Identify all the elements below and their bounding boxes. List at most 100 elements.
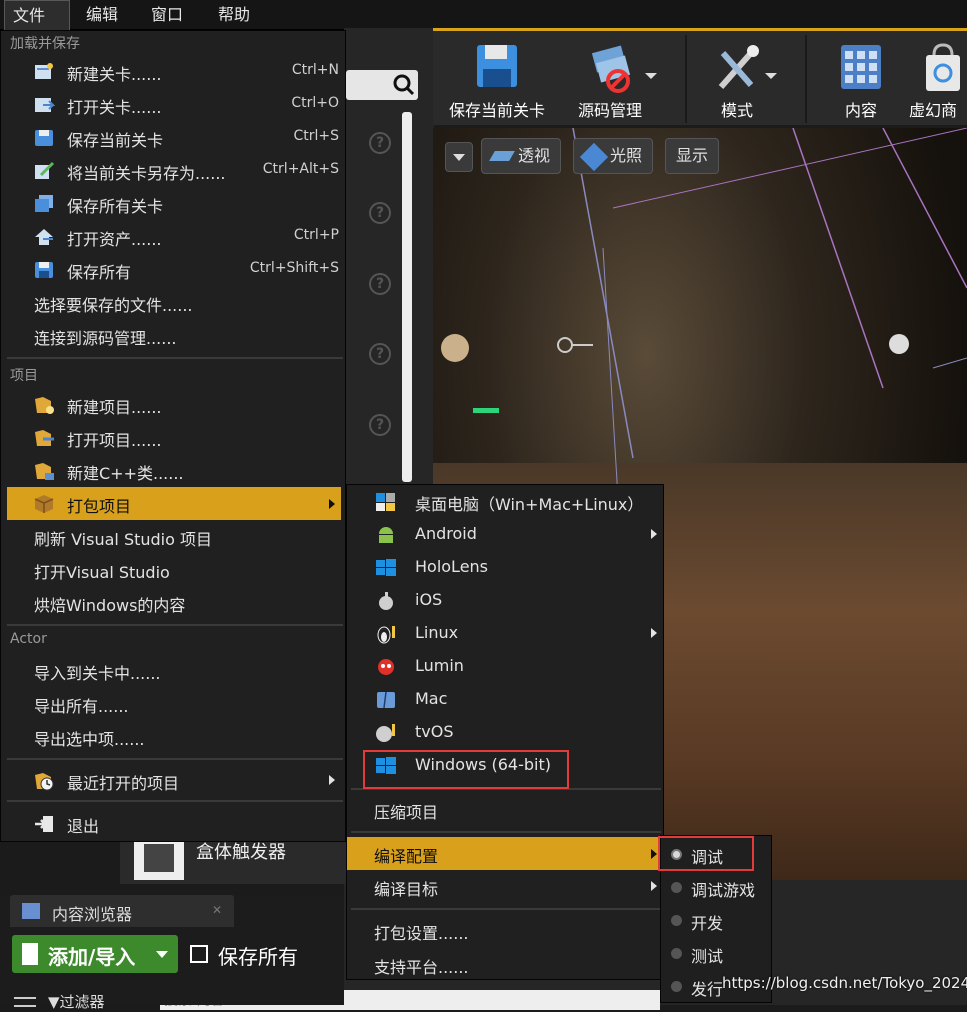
chevron-down-icon <box>765 73 777 79</box>
radio-unselected-icon <box>671 915 682 926</box>
new-cpp-class-icon <box>35 463 54 480</box>
add-import-button[interactable]: 添加/导入 <box>12 935 178 973</box>
menu-edit[interactable]: 编辑 <box>78 0 126 30</box>
menu-help[interactable]: 帮助 <box>210 0 258 30</box>
menu-item-platform-mac[interactable]: Mac <box>347 684 663 715</box>
submenu-arrow-icon <box>651 529 657 539</box>
menu-item-connect-source-control[interactable]: 连接到源码管理...... <box>7 320 341 351</box>
menu-item-save-level-as[interactable]: 将当前关卡另存为...... Ctrl+Alt+S <box>7 155 341 186</box>
menu-divider <box>7 758 343 760</box>
radio-unselected-icon <box>671 948 682 959</box>
viewport-options-button[interactable] <box>445 142 473 172</box>
content-grid-icon <box>841 45 881 89</box>
exit-icon <box>35 816 53 832</box>
save-as-icon <box>35 161 55 179</box>
menu-item-new-level[interactable]: 新建关卡...... Ctrl+N <box>7 56 341 87</box>
source-control-button[interactable]: 源码管理 <box>563 41 657 125</box>
section-header-actor: Actor <box>10 631 47 647</box>
chevron-down-icon <box>645 73 657 79</box>
menu-item-packaging-settings[interactable]: 打包设置...... <box>347 915 663 946</box>
content-browser-icon <box>22 903 40 919</box>
filters-button[interactable]: ▼过滤器 <box>14 991 105 1012</box>
menu-item-open-asset[interactable]: 打开资产...... Ctrl+P <box>7 221 341 252</box>
perspective-button[interactable]: 透视 <box>481 138 562 174</box>
build-config-option-test[interactable]: 测试 <box>661 937 773 970</box>
open-asset-icon <box>35 229 53 245</box>
menu-item-build-configuration[interactable]: 编译配置 <box>347 837 663 870</box>
menu-item-new-project[interactable]: 新建项目...... <box>7 389 341 420</box>
marketplace-button[interactable]: 虚幻商 <box>907 41 967 125</box>
save-all-icon <box>35 262 53 278</box>
menu-item-save-current-level[interactable]: 保存当前关卡 Ctrl+S <box>7 122 341 153</box>
menu-item-platform-hololens[interactable]: HoloLens <box>347 552 663 583</box>
desktop-platforms-icon <box>376 493 395 511</box>
menu-item-open-level[interactable]: 打开关卡...... Ctrl+O <box>7 89 341 120</box>
perspective-cube-icon <box>489 151 515 161</box>
content-browser-panel: 内容浏览器 ✕ 添加/导入 保存所有 ▼过滤器 <box>0 895 344 1011</box>
menu-item-platform-android[interactable]: Android <box>347 519 663 550</box>
package-project-submenu: 桌面电脑（Win+Mac+Linux） Android HoloLens iOS… <box>346 484 664 980</box>
modes-scrollbar[interactable] <box>402 112 412 482</box>
menu-item-platform-desktop[interactable]: 桌面电脑（Win+Mac+Linux） <box>347 486 663 517</box>
help-icon[interactable]: ? <box>369 343 391 365</box>
modes-search-input[interactable] <box>346 70 418 100</box>
radio-unselected-icon <box>671 882 682 893</box>
new-project-icon <box>35 397 54 414</box>
menu-item-platform-linux[interactable]: Linux <box>347 618 663 649</box>
apple-icon <box>379 592 393 610</box>
submenu-arrow-icon <box>329 775 335 785</box>
menu-item-cook-windows[interactable]: 烘焙Windows的内容 <box>7 587 341 618</box>
recent-projects-icon <box>35 773 54 791</box>
file-menu: 加载并保存 新建关卡...... Ctrl+N 打开关卡...... Ctrl+… <box>0 30 346 842</box>
build-config-option-development[interactable]: 开发 <box>661 904 773 937</box>
menu-item-refresh-vs-project[interactable]: 刷新 Visual Studio 项目 <box>7 521 341 552</box>
linux-tux-icon <box>377 626 395 644</box>
menu-item-save-all[interactable]: 保存所有 Ctrl+Shift+S <box>7 254 341 285</box>
show-button[interactable]: 显示 <box>665 138 720 174</box>
menu-item-export-selected[interactable]: 导出选中项...... <box>7 721 341 752</box>
menu-item-build-target[interactable]: 编译目标 <box>347 871 663 902</box>
filter-icon: ▼ <box>48 993 60 1011</box>
menu-item-package-project[interactable]: 打包项目 <box>7 487 341 520</box>
menu-item-import-into-level[interactable]: 导入到关卡中...... <box>7 655 341 686</box>
menu-divider <box>7 800 343 802</box>
menu-item-open-project[interactable]: 打开项目...... <box>7 422 341 453</box>
help-icon[interactable]: ? <box>369 132 391 154</box>
mac-icon <box>377 691 395 709</box>
menu-item-platform-lumin[interactable]: Lumin <box>347 651 663 682</box>
menu-file[interactable]: 文件 <box>4 0 70 30</box>
save-all-button[interactable]: 保存所有 <box>186 935 336 973</box>
menu-item-zip-project[interactable]: 压缩项目 <box>347 794 663 825</box>
chevron-down-icon <box>156 951 168 958</box>
build-config-option-debug-game[interactable]: 调试游戏 <box>661 871 773 904</box>
help-icon[interactable]: ? <box>369 202 391 224</box>
help-icon[interactable]: ? <box>369 414 391 436</box>
menu-item-platform-tvos[interactable]: tvOS <box>347 717 663 748</box>
save-current-level-button[interactable]: 保存当前关卡 <box>441 41 553 125</box>
content-button[interactable]: 内容 <box>821 41 901 125</box>
menu-item-new-cpp-class[interactable]: 新建C++类...... <box>7 455 341 486</box>
menu-item-supported-platforms[interactable]: 支持平台...... <box>347 949 663 980</box>
menu-divider <box>351 908 661 910</box>
help-icon[interactable]: ? <box>369 273 391 295</box>
menu-item-platform-ios[interactable]: iOS <box>347 585 663 616</box>
modes-button[interactable]: 模式 <box>695 41 779 125</box>
marketplace-bag-icon <box>926 43 960 91</box>
close-tab-icon[interactable]: ✕ <box>212 903 222 917</box>
tab-content-browser[interactable]: 内容浏览器 ✕ <box>10 895 234 927</box>
menu-item-save-all-levels[interactable]: 保存所有关卡 <box>7 188 341 219</box>
open-level-icon <box>35 98 55 112</box>
save-icon <box>190 945 208 963</box>
submenu-arrow-icon <box>651 881 657 891</box>
watermark-text: https://blog.csdn.net/Tokyo_2024 <box>722 974 967 992</box>
level-toolbar: 保存当前关卡 源码管理 模式 内容 虚幻商 <box>433 28 967 125</box>
menu-item-open-visual-studio[interactable]: 打开Visual Studio <box>7 554 341 585</box>
menu-item-exit[interactable]: 退出 <box>7 808 341 839</box>
menu-window[interactable]: 窗口 <box>143 0 191 30</box>
lit-button[interactable]: 光照 <box>573 138 654 174</box>
menu-item-export-all[interactable]: 导出所有...... <box>7 688 341 719</box>
menu-item-recent-projects[interactable]: 最近打开的项目 <box>7 765 341 796</box>
lit-sphere-icon <box>579 142 609 172</box>
menu-item-choose-files-to-save[interactable]: 选择要保存的文件...... <box>7 287 341 318</box>
source-control-icon <box>591 45 631 93</box>
